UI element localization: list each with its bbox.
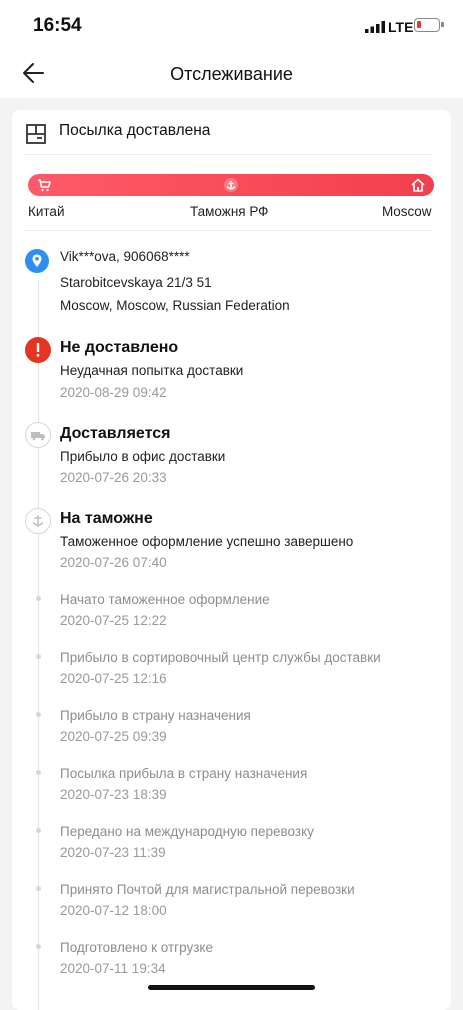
anchor-icon bbox=[224, 178, 238, 192]
divider bbox=[25, 154, 432, 155]
status-bar: 16:54 LTE bbox=[0, 0, 463, 50]
stage-destination: Moscow bbox=[382, 204, 432, 219]
event-date: 2020-07-25 12:22 bbox=[60, 613, 167, 628]
address-street: Starobitcevskaya 21/3 51 bbox=[60, 275, 212, 290]
event-description: Прибыло в офис доставки bbox=[60, 449, 226, 464]
event-title: Доставляется bbox=[60, 425, 171, 442]
nav-bar: Отслеживание bbox=[0, 50, 463, 98]
event-date: 2020-07-12 18:00 bbox=[60, 903, 167, 918]
event-date: 2020-07-23 18:39 bbox=[60, 787, 167, 802]
page-title: Отслеживание bbox=[170, 64, 293, 84]
alert-icon bbox=[25, 337, 51, 363]
event-description: Прибыло в сортировочный центр службы дос… bbox=[60, 650, 381, 665]
package-icon bbox=[26, 124, 46, 144]
divider bbox=[25, 230, 432, 231]
event-date: 2020-07-26 20:33 bbox=[60, 470, 167, 485]
event-date: 2020-08-29 09:42 bbox=[60, 385, 167, 400]
customs-icon bbox=[25, 508, 51, 534]
cart-icon bbox=[38, 179, 51, 192]
timeline-dot bbox=[36, 596, 41, 601]
event-title: Не доставлено bbox=[60, 339, 179, 356]
home-icon bbox=[411, 178, 425, 192]
home-indicator[interactable] bbox=[148, 985, 315, 990]
event-title: На таможне bbox=[60, 510, 153, 527]
address-city: Moscow, Moscow, Russian Federation bbox=[60, 298, 290, 313]
timeline-dot bbox=[36, 654, 41, 659]
stage-customs: Таможня РФ bbox=[190, 204, 269, 219]
timeline-dot bbox=[36, 944, 41, 949]
timeline-line bbox=[38, 280, 39, 1010]
battery-icon bbox=[414, 18, 444, 32]
event-date: 2020-07-25 12:16 bbox=[60, 671, 167, 686]
event-description: Принято Почтой для магистральной перевоз… bbox=[60, 882, 355, 897]
event-date: 2020-07-11 19:34 bbox=[60, 961, 166, 976]
event-date: 2020-07-25 09:39 bbox=[60, 729, 167, 744]
event-description: Таможенное оформление успешно завершено bbox=[60, 534, 354, 549]
truck-icon bbox=[25, 422, 51, 448]
timeline-dot bbox=[36, 828, 41, 833]
event-description: Подготовлено к отгрузке bbox=[60, 940, 213, 955]
network-type: LTE bbox=[388, 19, 414, 35]
timeline-dot bbox=[36, 712, 41, 717]
event-description: Передано на международную перевозку bbox=[60, 824, 314, 839]
event-date: 2020-07-23 11:39 bbox=[60, 845, 166, 860]
event-description: Посылка прибыла в страну назначения bbox=[60, 766, 308, 781]
stage-origin: Китай bbox=[28, 204, 65, 219]
tracking-card: Посылка доставлена Китай Таможня РФ Mosc… bbox=[12, 110, 451, 1010]
event-date: 2020-07-26 07:40 bbox=[60, 555, 167, 570]
timeline-dot bbox=[36, 886, 41, 891]
route-progress-bar bbox=[28, 174, 434, 196]
event-description: Прибыло в страну назначения bbox=[60, 708, 251, 723]
parcel-status: Посылка доставлена bbox=[59, 122, 211, 139]
status-time: 16:54 bbox=[33, 15, 82, 36]
address-name: Vik***ova, 906068**** bbox=[60, 249, 190, 264]
event-description: Начато таможенное оформление bbox=[60, 592, 270, 607]
event-description: Неудачная попытка доставки bbox=[60, 363, 244, 378]
location-pin-icon bbox=[25, 249, 49, 273]
signal-icon bbox=[365, 21, 385, 33]
timeline-dot bbox=[36, 770, 41, 775]
